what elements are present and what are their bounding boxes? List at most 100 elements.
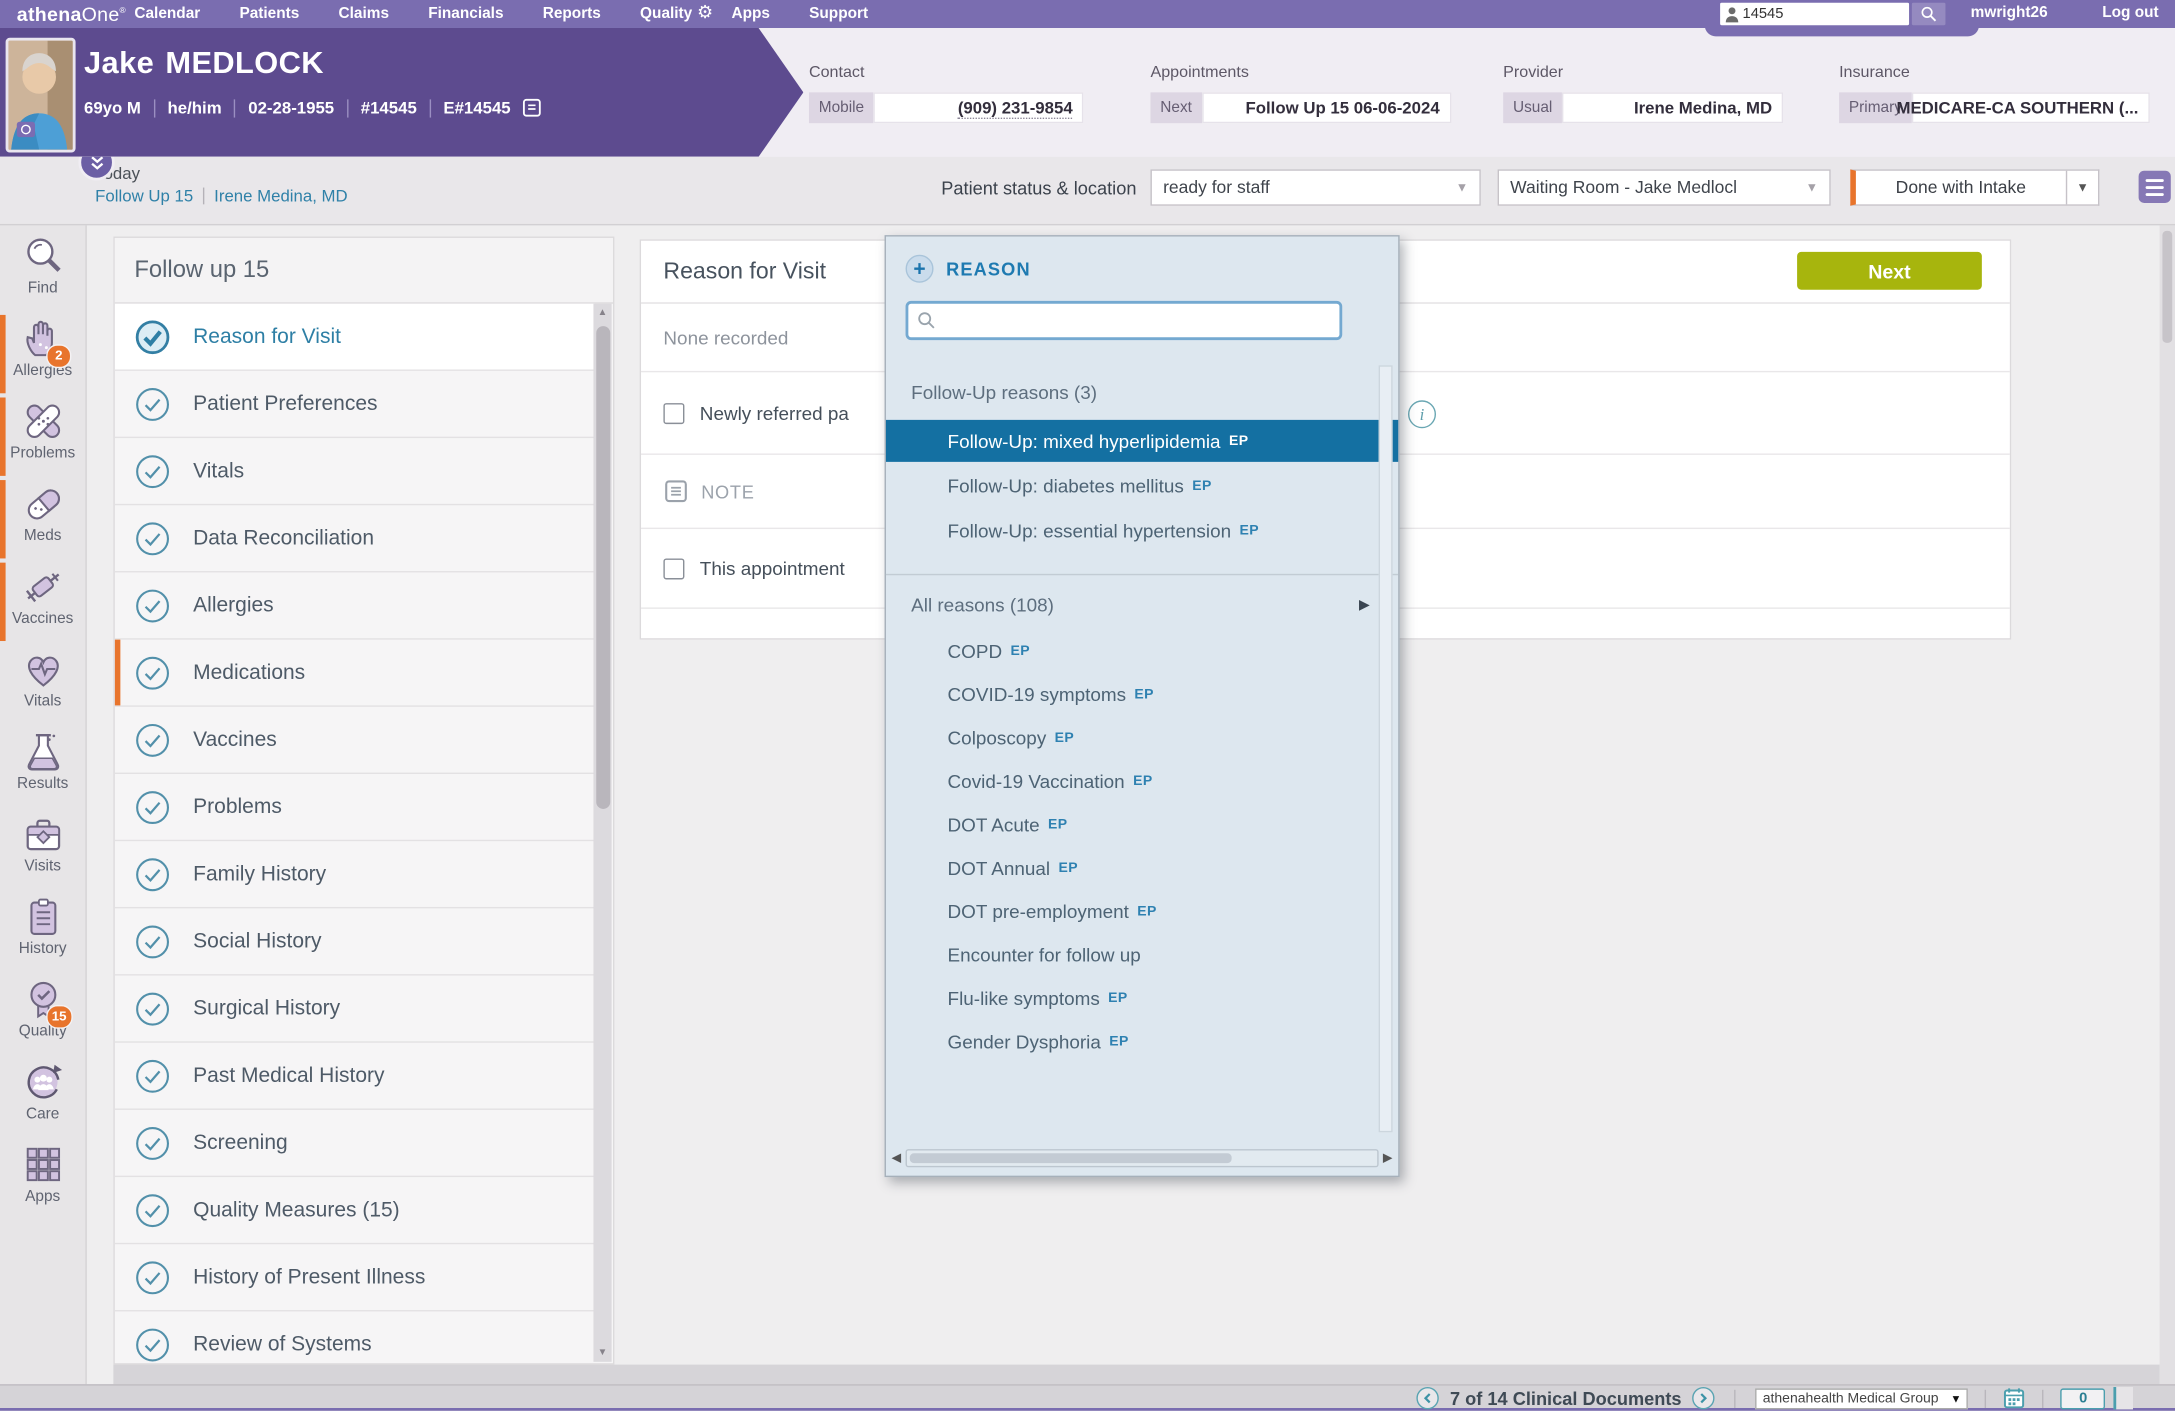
nav-apps[interactable]: Apps [731, 6, 769, 23]
nav-financials[interactable]: Financials [428, 6, 503, 23]
rail-item-meds[interactable]: Meds [0, 479, 85, 562]
rail-item-history[interactable]: History [0, 892, 85, 975]
rail-item-allergies[interactable]: 2 Allergies [0, 314, 85, 397]
reason-option-gender-dysphoria[interactable]: Gender Dysphoria EP [886, 1020, 1398, 1062]
reason-option-diabetes-mellitus[interactable]: Follow-Up: diabetes mellitus EP [886, 465, 1398, 507]
rail-item-apps[interactable]: Apps [0, 1139, 85, 1222]
reason-search-box[interactable] [906, 301, 1343, 340]
checklist-item-problems[interactable]: Problems [115, 774, 595, 841]
nav-calendar[interactable]: Calendar [134, 6, 200, 23]
checklist-item-reason-for-visit[interactable]: Reason for Visit [115, 304, 595, 371]
scroll-down-icon[interactable]: ▼ [593, 1344, 611, 1362]
expand-right-arrow-icon[interactable]: ▶ [1359, 598, 1370, 613]
scrollbar-thumb[interactable] [596, 326, 610, 809]
checklist-item-screening[interactable]: Screening [115, 1110, 595, 1177]
dropdown-horizontal-scrollbar[interactable]: ◀ ▶ [892, 1149, 1393, 1167]
this-appointment-checkbox[interactable] [663, 558, 684, 579]
checklist-item-social-history[interactable]: Social History [115, 908, 595, 975]
reason-option-covid19-vaccination[interactable]: Covid-19 Vaccination EP [886, 760, 1398, 802]
reason-option-covid19-symptoms[interactable]: COVID-19 symptoms EP [886, 673, 1398, 715]
primary-insurance-value[interactable]: MEDICARE-CA SOUTHERN (... [1912, 92, 2150, 123]
calendar-icon[interactable] [2003, 1387, 2025, 1409]
previous-document-button[interactable] [1416, 1387, 1438, 1409]
rail-item-vitals[interactable]: Vitals [0, 644, 85, 727]
scrollbar-thumb[interactable] [2162, 231, 2172, 343]
checklist-item-quality-measures[interactable]: Quality Measures (15) [115, 1177, 595, 1244]
patient-search-input[interactable] [1740, 4, 1886, 24]
reason-option-encounter-for-follow-up[interactable]: Encounter for follow up [886, 934, 1398, 976]
settings-gear-icon[interactable]: ⚙ [697, 1, 713, 23]
athenaone-logo[interactable]: athenaOne® [17, 3, 126, 25]
patient-location-select[interactable]: Waiting Room - Jake Medlocl▼ [1498, 169, 1831, 205]
care-team-icon [20, 1060, 65, 1105]
reason-option-colposcopy[interactable]: Colposcopy EP [886, 717, 1398, 759]
menu-hamburger-icon[interactable] [2139, 171, 2171, 203]
next-document-button[interactable] [1693, 1387, 1715, 1409]
encounter-provider-link[interactable]: Irene Medina, MD [214, 186, 347, 206]
checklist-scrollbar[interactable]: ▲ ▼ [593, 304, 611, 1362]
meds-active-flag [0, 480, 6, 558]
nav-support[interactable]: Support [809, 6, 868, 23]
nav-quality[interactable]: Quality [640, 6, 692, 23]
check-circle-icon [134, 587, 170, 623]
encounter-link[interactable]: Follow Up 15 [95, 186, 193, 206]
checklist-item-review-of-systems[interactable]: Review of Systems [115, 1311, 595, 1364]
dropdown-vertical-scrollbar[interactable] [1379, 365, 1393, 1132]
scroll-right-icon[interactable]: ▶ [1379, 1150, 1393, 1165]
reason-option-essential-hypertension[interactable]: Follow-Up: essential hypertension EP [886, 509, 1398, 551]
checklist-item-medications[interactable]: Medications [115, 640, 595, 707]
nav-claims[interactable]: Claims [339, 6, 389, 23]
reason-option-dot-annual[interactable]: DOT Annual EP [886, 847, 1398, 889]
newly-referred-checkbox[interactable] [663, 402, 684, 423]
rail-item-vaccines[interactable]: Vaccines [0, 561, 85, 644]
done-with-intake-button[interactable]: Done with Intake ▼ [1850, 169, 2099, 205]
checklist-item-past-medical-history[interactable]: Past Medical History [115, 1043, 595, 1110]
notification-counter[interactable]: 0 [2061, 1388, 2106, 1409]
checklist-item-vitals[interactable]: Vitals [115, 438, 595, 505]
add-reason-button[interactable]: + REASON [906, 255, 1031, 283]
nav-reports[interactable]: Reports [543, 6, 601, 23]
checklist-item-vaccines[interactable]: Vaccines [115, 707, 595, 774]
nav-patients[interactable]: Patients [239, 6, 299, 23]
scroll-left-icon[interactable]: ◀ [892, 1150, 906, 1165]
rail-item-find[interactable]: Find [0, 231, 85, 314]
scroll-up-icon[interactable]: ▲ [593, 304, 611, 322]
reason-option-mixed-hyperlipidemia[interactable]: Follow-Up: mixed hyperlipidemia EP [886, 420, 1398, 462]
rail-item-care[interactable]: Care [0, 1057, 85, 1140]
checklist-item-surgical-history[interactable]: Surgical History [115, 976, 595, 1043]
next-button[interactable]: Next [1797, 252, 1982, 290]
reason-option-copd[interactable]: COPD EP [886, 630, 1398, 672]
checklist-item-family-history[interactable]: Family History [115, 841, 595, 908]
check-circle-icon [134, 856, 170, 892]
rail-item-problems[interactable]: Problems [0, 396, 85, 479]
reason-option-flu-like-symptoms[interactable]: Flu-like symptoms EP [886, 977, 1398, 1019]
checklist-item-allergies[interactable]: Allergies [115, 572, 595, 639]
patient-status-select[interactable]: ready for staff▼ [1150, 169, 1480, 205]
checklist-item-patient-preferences[interactable]: Patient Preferences [115, 371, 595, 438]
info-icon[interactable]: i [1408, 400, 1436, 428]
reason-option-dot-pre-employment[interactable]: DOT pre-employment EP [886, 890, 1398, 932]
checklist-item-history-of-present-illness[interactable]: History of Present Illness [115, 1244, 595, 1311]
rail-item-quality[interactable]: 15 Quality [0, 974, 85, 1057]
newly-referred-label: Newly referred pa [700, 402, 849, 423]
scrollbar-thumb[interactable] [910, 1153, 1232, 1163]
reason-search-input[interactable] [943, 309, 1331, 333]
check-circle-icon [134, 1125, 170, 1161]
usual-provider-value[interactable]: Irene Medina, MD [1562, 92, 1783, 123]
rail-item-visits[interactable]: Visits [0, 809, 85, 892]
patient-photo[interactable] [6, 38, 76, 153]
rail-item-results[interactable]: Results [0, 726, 85, 809]
reason-option-dot-acute[interactable]: DOT Acute EP [886, 803, 1398, 845]
all-reasons-group-label[interactable]: All reasons (108) [911, 595, 1054, 616]
logout-link[interactable]: Log out [2102, 4, 2158, 21]
username[interactable]: mwright26 [1971, 4, 2048, 21]
intake-caret-button[interactable]: ▼ [2066, 171, 2098, 205]
mobile-value[interactable]: (909) 231-9854 [874, 92, 1084, 123]
page-vertical-scrollbar[interactable] [2160, 224, 2175, 1384]
chart-note-icon[interactable] [522, 98, 542, 118]
organization-select[interactable]: athenahealth Medical Group▼ [1756, 1388, 1969, 1409]
horizontal-scrollbar-track[interactable] [113, 1365, 2159, 1385]
search-button[interactable] [1912, 3, 1946, 25]
next-appointment-value[interactable]: Follow Up 15 06-06-2024 [1202, 92, 1451, 123]
checklist-item-data-reconciliation[interactable]: Data Reconciliation [115, 505, 595, 572]
